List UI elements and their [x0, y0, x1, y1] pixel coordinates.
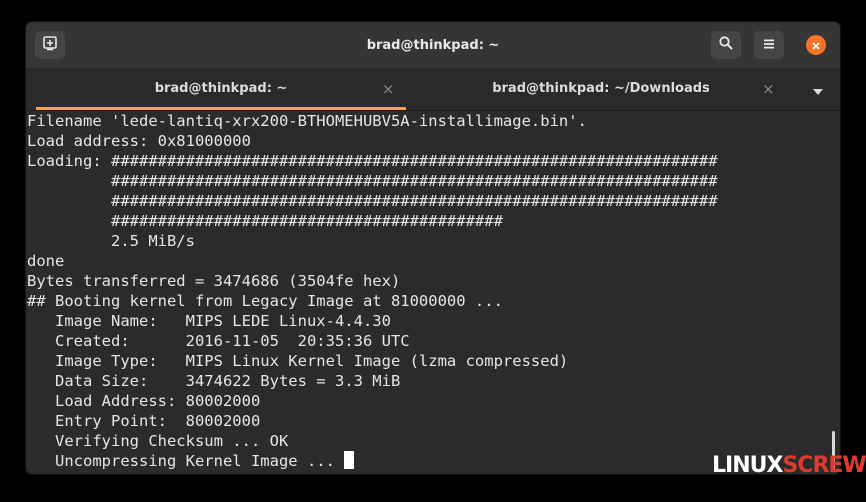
chevron-down-icon: [812, 81, 824, 100]
new-tab-button[interactable]: [35, 31, 65, 59]
terminal-line: done: [27, 252, 65, 270]
tab-home[interactable]: brad@thinkpad: ~ ×: [36, 68, 406, 110]
tab-list-dropdown-button[interactable]: [810, 82, 826, 98]
new-tab-icon: [42, 35, 58, 55]
terminal-text: Filename 'lede-lantiq-xrx200-BTHOMEHUBV5…: [27, 111, 718, 471]
terminal-line: Verifying Checksum ... OK: [27, 432, 289, 450]
terminal-line: ########################################…: [27, 212, 503, 230]
header-bar: brad@thinkpad: ~: [26, 22, 840, 68]
terminal-line: ########################################…: [27, 192, 718, 210]
window-title: brad@thinkpad: ~: [366, 37, 500, 53]
active-tab-indicator: [36, 107, 406, 110]
search-button[interactable]: [711, 31, 741, 59]
terminal-line: Load Address: 80002000: [27, 392, 261, 410]
tab-downloads[interactable]: brad@thinkpad: ~/Downloads ×: [416, 68, 786, 110]
terminal-line: Entry Point: 80002000: [27, 412, 261, 430]
terminal-line: Image Type: MIPS Linux Kernel Image (lzm…: [27, 352, 569, 370]
tab-bar: brad@thinkpad: ~ × brad@thinkpad: ~/Down…: [26, 68, 840, 111]
terminal-line: Image Name: MIPS LEDE Linux-4.4.30: [27, 312, 391, 330]
watermark-screw: SCREW: [782, 453, 866, 478]
tab-close-icon[interactable]: ×: [762, 80, 775, 98]
search-icon: [718, 35, 734, 55]
watermark-linux: LINUX: [712, 453, 783, 478]
terminal-line: Loading: ###############################…: [27, 152, 718, 170]
terminal-line: ## Booting kernel from Legacy Image at 8…: [27, 292, 503, 310]
watermark-logo: LINUXSCREW: [712, 453, 866, 479]
hamburger-menu-icon: [762, 36, 776, 55]
terminal-line: Uncompressing Kernel Image ...: [27, 452, 345, 470]
terminal-line: Load address: 0x81000000: [27, 132, 251, 150]
tab-label: brad@thinkpad: ~: [154, 81, 288, 96]
close-window-button[interactable]: [806, 35, 826, 55]
terminal-line: Bytes transferred = 3474686 (3504fe hex): [27, 272, 401, 290]
terminal-line: 2.5 MiB/s: [27, 232, 195, 250]
terminal-line: Created: 2016-11-05 20:35:36 UTC: [27, 332, 410, 350]
terminal-output[interactable]: Filename 'lede-lantiq-xrx200-BTHOMEHUBV5…: [26, 111, 840, 474]
tab-close-icon[interactable]: ×: [382, 80, 395, 98]
terminal-line: ########################################…: [27, 172, 718, 190]
tab-label: brad@thinkpad: ~/Downloads: [492, 81, 710, 96]
close-icon: [811, 36, 821, 55]
menu-button[interactable]: [754, 31, 784, 59]
terminal-line: Filename 'lede-lantiq-xrx200-BTHOMEHUBV5…: [27, 112, 587, 130]
terminal-line: Data Size: 3474622 Bytes = 3.3 MiB: [27, 372, 401, 390]
terminal-window: brad@thinkpad: ~ brad@thinkpad: ~ × brad…: [26, 22, 840, 474]
terminal-cursor: [344, 451, 355, 469]
